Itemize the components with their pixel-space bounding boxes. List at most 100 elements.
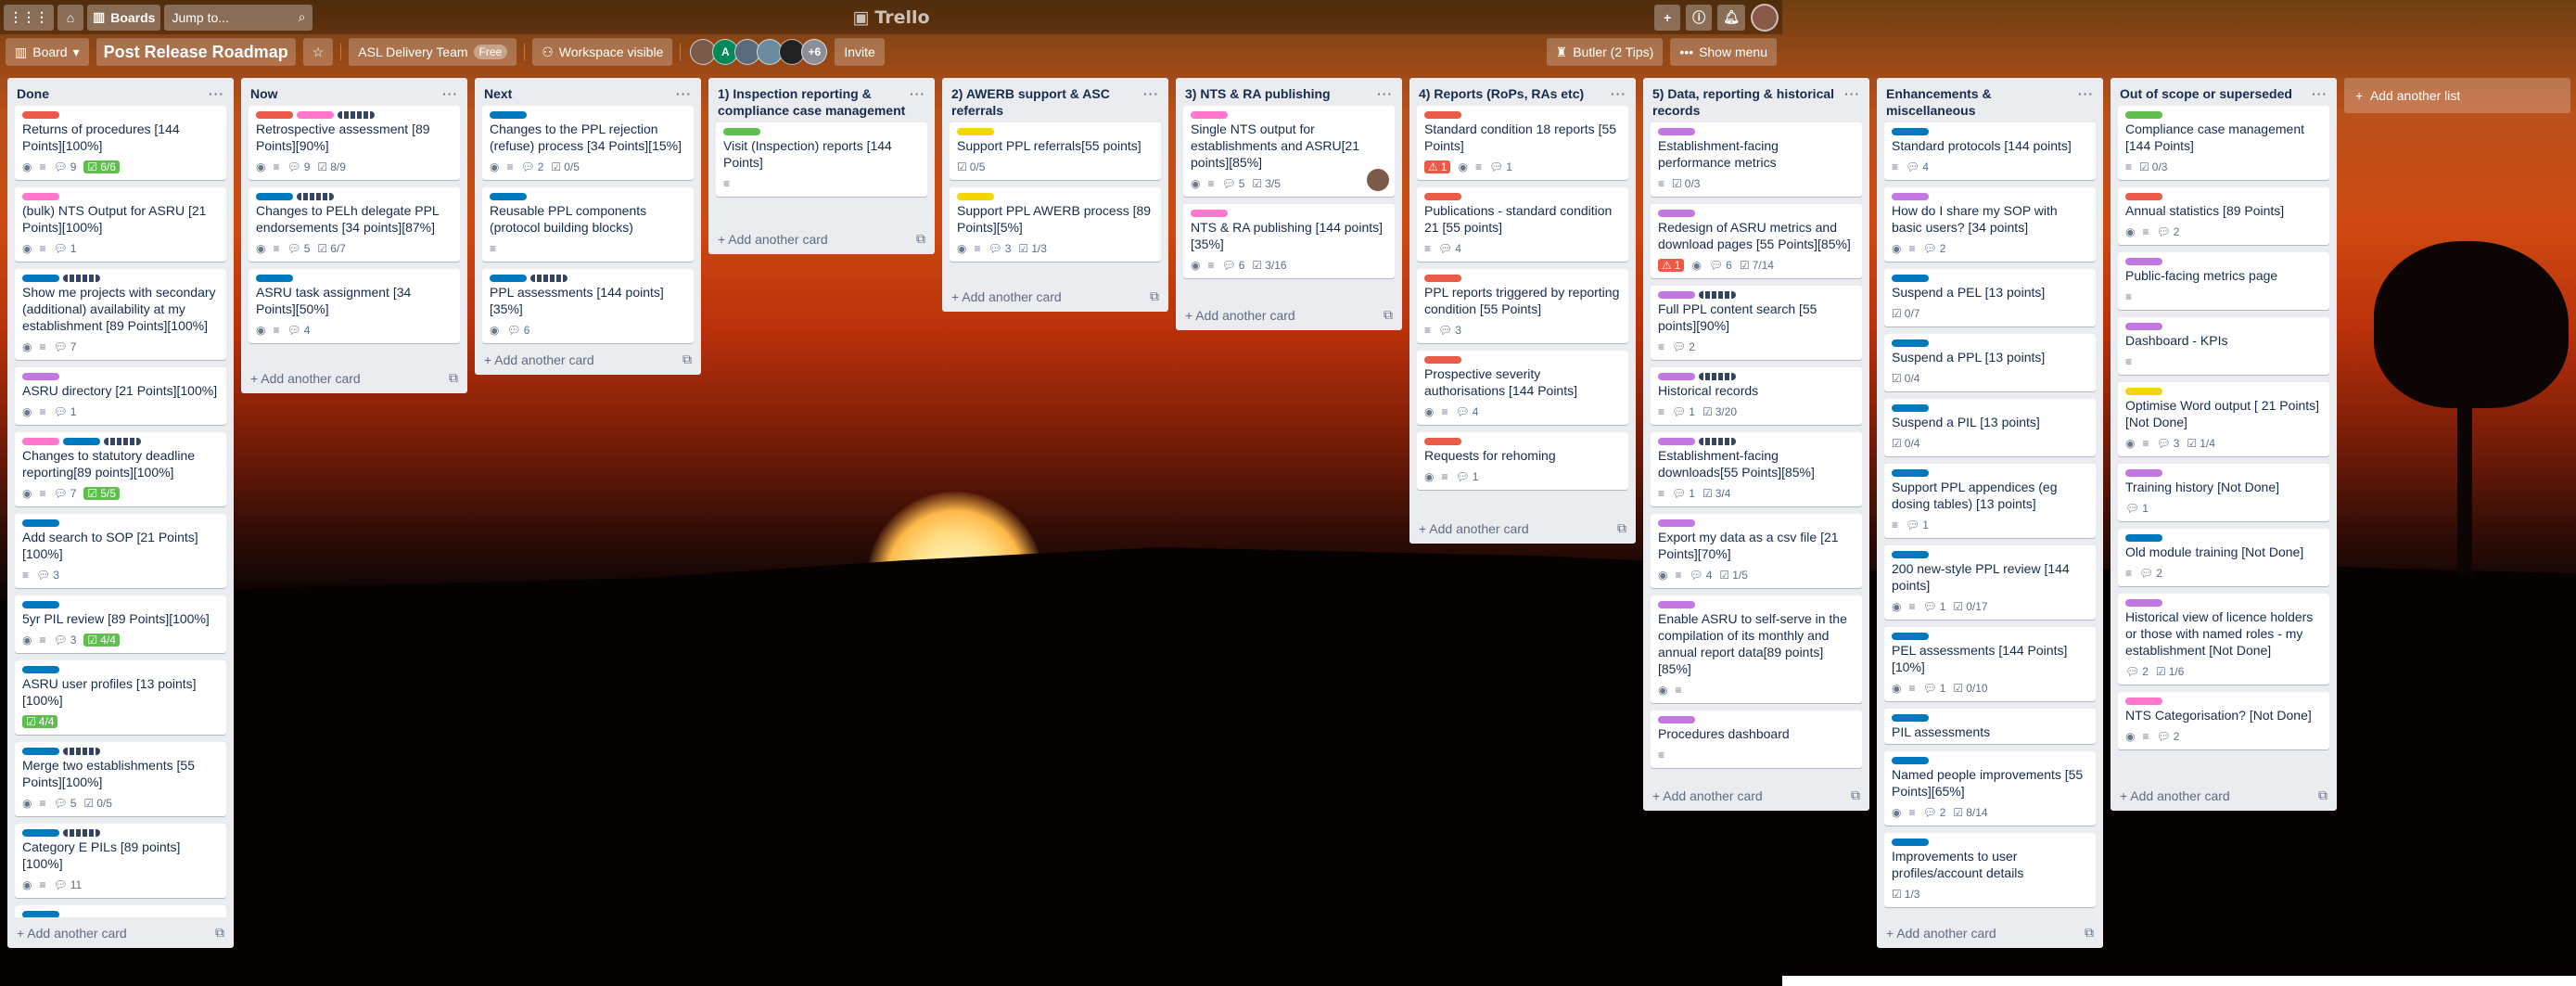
card-label[interactable] xyxy=(297,111,334,119)
card-label[interactable] xyxy=(957,128,994,135)
card-label[interactable] xyxy=(63,438,100,445)
butler-button[interactable]: ♜ Butler (2 Tips) xyxy=(1546,38,1664,66)
list-header[interactable]: 4) Reports (RoPs, RAs etc) ··· xyxy=(1409,78,1636,106)
card[interactable]: Establishment-facing downloads[55 Points… xyxy=(1651,432,1862,506)
list-header[interactable]: 2) AWERB support & ASC referrals ··· xyxy=(942,78,1168,122)
card[interactable]: PIL assessments xyxy=(1884,709,2096,744)
card-label[interactable] xyxy=(22,373,59,380)
card[interactable]: Changes to statutory deadline reporting[… xyxy=(15,432,226,506)
card[interactable]: (bulk) NTS Output for ASRU [21 Points][1… xyxy=(15,187,226,262)
card-label[interactable] xyxy=(22,438,59,445)
card-label[interactable] xyxy=(490,111,527,119)
card-label[interactable] xyxy=(63,748,100,755)
card[interactable]: Support PPL AWERB process [89 Points][5%… xyxy=(950,187,1161,262)
card-label[interactable] xyxy=(22,911,59,917)
card[interactable]: ASRU directory [21 Points][100%] ◉ ≡ 💬︎ 1 xyxy=(15,367,226,425)
card[interactable]: Returns of procedures [144 Points][100%]… xyxy=(15,106,226,180)
card-label[interactable] xyxy=(1699,438,1736,445)
card-label[interactable] xyxy=(1658,438,1695,445)
card[interactable]: Support PPL referrals[55 points] ☑ 0/5 xyxy=(950,122,1161,180)
add-card-button[interactable]: + Add another card ⧉ xyxy=(1176,300,1402,330)
card[interactable]: Redesign of ASRU metrics and download pa… xyxy=(1651,204,1862,278)
card[interactable]: PEL assessments [144 Points][10%] ◉ ≡ 💬︎ 1 ☑ 0… xyxy=(1884,627,2096,701)
card-label[interactable] xyxy=(256,275,293,282)
card-label[interactable] xyxy=(22,601,59,608)
invite-button[interactable]: Invite xyxy=(835,38,885,66)
card[interactable]: Publications - standard condition 21 [55… xyxy=(1417,187,1628,262)
card[interactable]: Merge two establishments [55 Points][100… xyxy=(15,742,226,816)
list-header[interactable]: 3) NTS & RA publishing ··· xyxy=(1176,78,1402,106)
card-label[interactable] xyxy=(1658,601,1695,608)
card[interactable]: Prospective severity authorisations [144… xyxy=(1417,351,1628,425)
card-label[interactable] xyxy=(1424,438,1461,445)
add-list-button[interactable]: + Add another list xyxy=(2344,78,2570,113)
template-icon[interactable]: ⧉ xyxy=(2318,788,2327,803)
card-label[interactable] xyxy=(1699,373,1736,380)
card[interactable]: Retrospective assessment [89 Points][90%… xyxy=(249,106,460,180)
card-label[interactable] xyxy=(2125,469,2162,477)
user-avatar[interactable] xyxy=(1751,3,1779,32)
template-icon[interactable]: ⧉ xyxy=(916,231,925,247)
card-label[interactable] xyxy=(1658,128,1695,135)
card[interactable]: Reusable PPL components (protocol buildi… xyxy=(482,187,694,262)
card-label[interactable] xyxy=(1658,291,1695,299)
card-label[interactable] xyxy=(22,748,59,755)
card-label[interactable] xyxy=(1892,404,1929,412)
team-button[interactable]: ASL Delivery Team Free xyxy=(349,38,517,66)
card-label[interactable] xyxy=(104,438,141,445)
list-menu-icon[interactable]: ··· xyxy=(676,85,692,102)
card[interactable]: Show me projects with secondary (additio… xyxy=(15,269,226,360)
add-card-button[interactable]: + Add another card ⧉ xyxy=(942,281,1168,312)
list-header[interactable]: Out of scope or superseded ··· xyxy=(2111,78,2337,106)
star-button[interactable]: ☆ xyxy=(302,38,334,66)
card-label[interactable] xyxy=(63,275,100,282)
card[interactable]: Historical records ≡ 💬︎ 1 ☑ 3/20 xyxy=(1651,367,1862,425)
list-menu-icon[interactable]: ··· xyxy=(209,85,224,102)
template-icon[interactable]: ⧉ xyxy=(682,352,692,367)
card-label[interactable] xyxy=(22,193,59,200)
template-icon[interactable]: ⧉ xyxy=(2085,925,2094,941)
card-label[interactable] xyxy=(2125,193,2162,200)
card-label[interactable] xyxy=(1892,193,1929,200)
add-card-button[interactable]: + Add another card ⧉ xyxy=(475,344,701,375)
card[interactable]: Requests for rehoming ◉ ≡ 💬︎ 1 xyxy=(1417,432,1628,490)
list-title[interactable]: Enhancements & miscellaneous xyxy=(1886,85,2078,119)
card[interactable]: Changes to PELh delegate PPL endorsement… xyxy=(249,187,460,262)
list-header[interactable]: Now ··· xyxy=(241,78,467,106)
list-header[interactable]: Enhancements & miscellaneous ··· xyxy=(1877,78,2103,122)
card-label[interactable] xyxy=(2125,258,2162,265)
card[interactable]: Establishment-facing performance metrics… xyxy=(1651,122,1862,197)
list-menu-icon[interactable]: ··· xyxy=(1844,85,1860,102)
template-icon[interactable]: ⧉ xyxy=(449,370,458,386)
card-label[interactable] xyxy=(723,128,760,135)
card[interactable]: Suspend a PPL [13 points] ☑ 0/4 xyxy=(1884,334,2096,391)
card-member-avatar[interactable] xyxy=(1367,169,1389,191)
card[interactable]: Full PPL content search [55 points][90%]… xyxy=(1651,286,1862,360)
card-label[interactable] xyxy=(2125,698,2162,705)
card-label[interactable] xyxy=(1892,551,1929,558)
board-view-switcher[interactable]: ▥ Board ▾ xyxy=(6,38,89,66)
card-label[interactable] xyxy=(297,193,334,200)
list-menu-icon[interactable]: ··· xyxy=(1143,85,1159,102)
card-label[interactable] xyxy=(1892,757,1929,764)
apps-button[interactable]: ⋮⋮⋮ xyxy=(4,4,54,31)
card[interactable]: Category E PILs [89 points][100%] ◉ ≡ 💬︎ 11 xyxy=(15,824,226,898)
card-label[interactable] xyxy=(2125,599,2162,607)
template-icon[interactable]: ⧉ xyxy=(1851,788,1860,803)
template-icon[interactable]: ⧉ xyxy=(1617,520,1626,536)
card[interactable]: ASRU user profiles [13 points][100%] ☑ 4/4 xyxy=(15,660,226,735)
card-label[interactable] xyxy=(1424,111,1461,119)
card-label[interactable] xyxy=(1658,716,1695,723)
card-label[interactable] xyxy=(22,666,59,673)
card-label[interactable] xyxy=(22,519,59,527)
card-label[interactable] xyxy=(1424,193,1461,200)
card-label[interactable] xyxy=(1892,128,1929,135)
board-title[interactable]: Post Release Roadmap xyxy=(96,38,296,66)
card[interactable]: Optimise Word output [ 21 Points][Not Do… xyxy=(2118,382,2329,456)
card-label[interactable] xyxy=(1892,633,1929,640)
list-menu-icon[interactable]: ··· xyxy=(2312,85,2327,102)
card-label[interactable] xyxy=(2125,388,2162,395)
search-input[interactable]: Jump to... ⌕ xyxy=(164,4,313,31)
card[interactable]: Export my data as a csv file [21 Points]… xyxy=(1651,514,1862,588)
add-card-button[interactable]: + Add another card ⧉ xyxy=(1643,780,1869,811)
